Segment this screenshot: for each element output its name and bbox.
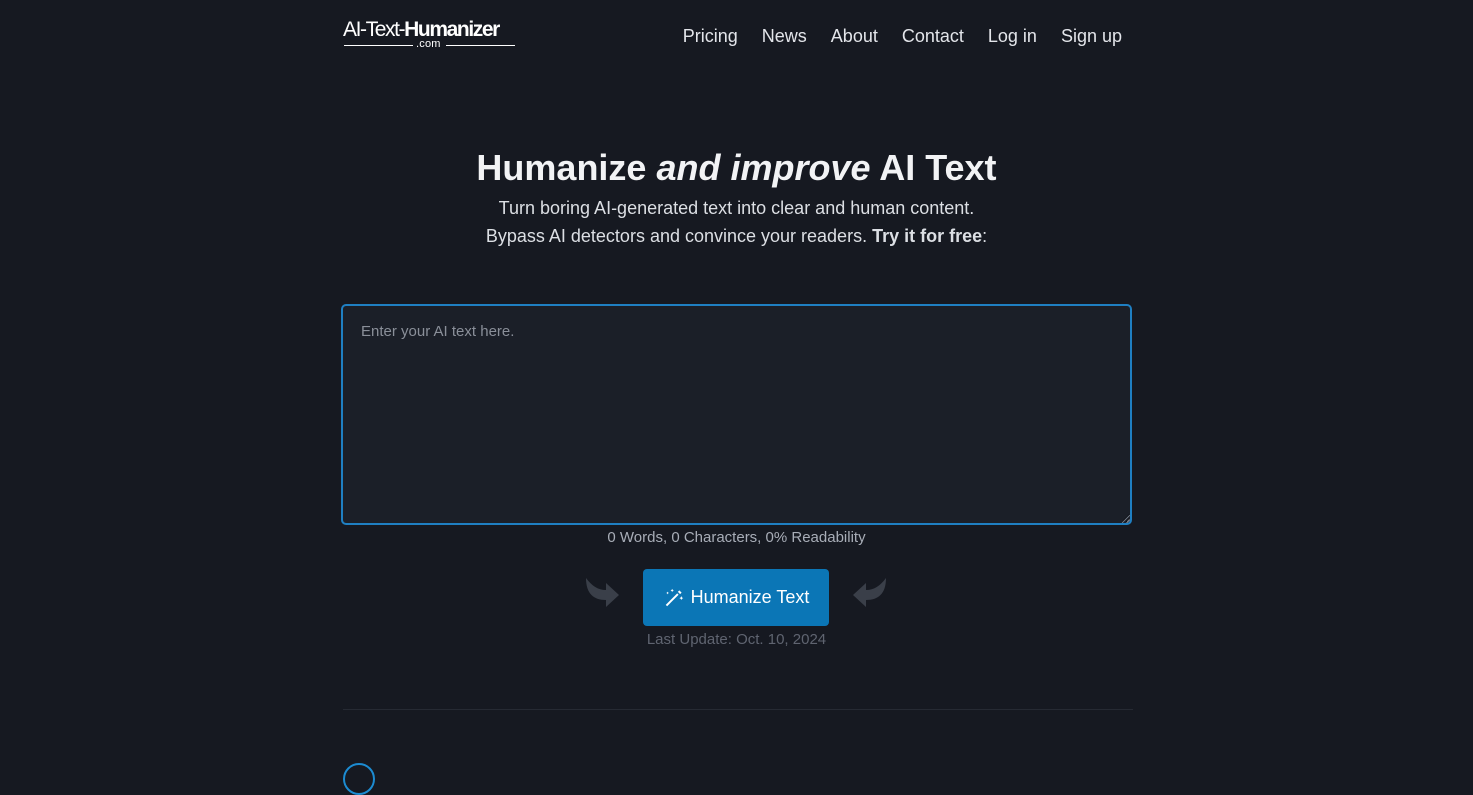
logo-rule-right xyxy=(446,45,515,46)
site-logo[interactable]: AI-Text-Humanizer .com xyxy=(343,18,518,50)
nav-link-signup[interactable]: Sign up xyxy=(1061,24,1122,48)
subtitle-line2-text: Bypass AI detectors and convince your re… xyxy=(485,226,873,246)
humanize-button-label: Humanize Text xyxy=(690,587,810,607)
hero: Humanize and improve AI Text Turn boring… xyxy=(0,146,1473,250)
subtitle-line2-end: : xyxy=(982,226,988,246)
hero-subtitle-line2: Bypass AI detectors and convince your re… xyxy=(0,222,1473,250)
title-start: Humanize xyxy=(476,147,657,188)
magic-wand-icon xyxy=(665,588,683,606)
nav-link-contact[interactable]: Contact xyxy=(902,24,964,48)
title-end: AI Text xyxy=(870,147,997,188)
last-update: Last Update: Oct. 10, 2024 xyxy=(646,631,827,648)
page-title: Humanize and improve AI Text xyxy=(0,146,1473,190)
curved-arrow-right-icon xyxy=(586,578,619,607)
ai-text-input[interactable] xyxy=(341,304,1132,525)
nav-link-news[interactable]: News xyxy=(762,24,807,48)
main-nav: Pricing News About Contact Log in Sign u… xyxy=(683,24,1122,48)
nav-link-pricing[interactable]: Pricing xyxy=(683,24,738,48)
curved-arrow-left-icon xyxy=(853,578,886,607)
nav-link-about[interactable]: About xyxy=(831,24,878,48)
site-header: AI-Text-Humanizer .com Pricing News Abou… xyxy=(343,18,1133,58)
nav-link-login[interactable]: Log in xyxy=(988,24,1037,48)
logo-rule-left xyxy=(344,45,413,46)
try-free-emphasis: Try it for free xyxy=(872,226,983,246)
title-emphasis: and improve xyxy=(656,147,871,188)
logo-suffix: .com xyxy=(416,38,441,50)
humanize-text-button[interactable]: Humanize Text xyxy=(643,569,829,626)
logo-text-part1: AI-Text- xyxy=(343,18,406,41)
section-divider xyxy=(343,709,1133,710)
text-stats: 0 Words, 0 Characters, 0% Readability xyxy=(607,529,866,546)
hero-subtitle-line1: Turn boring AI-generated text into clear… xyxy=(498,198,975,218)
